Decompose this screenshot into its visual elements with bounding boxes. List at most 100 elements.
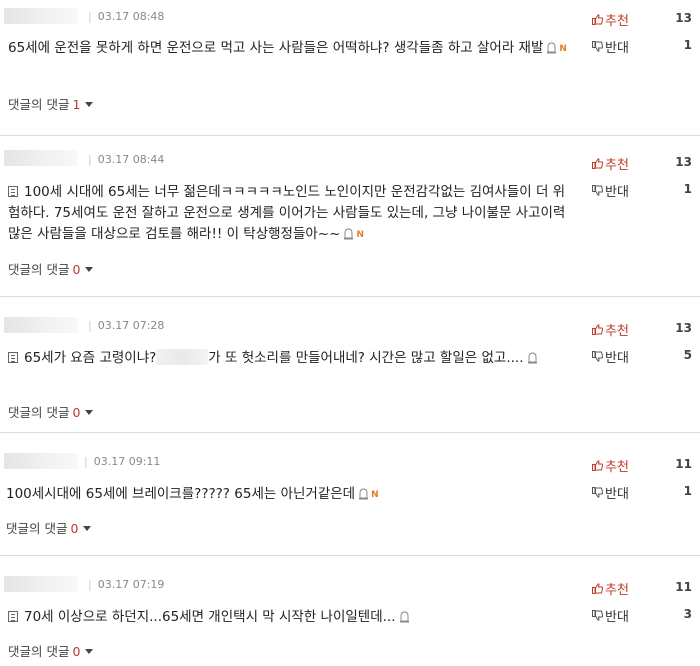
report-icon[interactable] [527, 352, 538, 364]
downvote-button[interactable]: 반대 [592, 181, 629, 200]
thumbs-up-icon [592, 324, 603, 335]
comment-meta: | 03.17 07:19 [88, 578, 165, 591]
upvote-button[interactable]: 추천 [592, 579, 629, 598]
thumbs-up-icon [592, 14, 603, 25]
thumbs-up-icon [592, 158, 603, 169]
chevron-down-icon [85, 267, 94, 272]
downvote-label: 반대 [605, 610, 629, 625]
reply-label: 댓글의 댓글 [8, 97, 70, 112]
comment-item: | 03.17 07:19 추천 11 반대 3 70세 이상으로 하던지...6… [0, 556, 700, 666]
reply-count: 1 [72, 97, 81, 112]
upvote-count: 13 [675, 155, 692, 169]
comment-body: 65세가 요즘 고령이냐? 가 또 헛소리를 만들어내네? 시간은 많고 할일은 … [8, 348, 568, 369]
redacted-text [156, 349, 209, 365]
downvote-count: 5 [683, 348, 692, 362]
chevron-down-icon [85, 410, 94, 415]
upvote-button[interactable]: 추천 [592, 154, 629, 173]
upvote-button[interactable]: 추천 [592, 320, 629, 339]
upvote-label: 추천 [605, 14, 629, 29]
upvote-label: 추천 [605, 583, 629, 598]
upvote-label: 추천 [605, 324, 629, 339]
comment-text: 100세 시대에 65세는 너무 젊은데ㅋㅋㅋㅋㅋ노인드 노인이지만 운전감각없… [8, 184, 566, 242]
comment-item: | 03.17 08:44 추천 13 반대 1 100세 시대에 65세는 너무… [0, 136, 700, 296]
reply-toggle[interactable]: 댓글의 댓글 0 [6, 518, 92, 537]
upvote-count: 11 [675, 580, 692, 594]
reply-toggle[interactable]: 댓글의 댓글 0 [8, 259, 94, 278]
author-name-redacted[interactable] [4, 453, 78, 469]
author-name-redacted[interactable] [4, 317, 78, 333]
thumbs-down-icon [592, 351, 603, 362]
downvote-label: 반대 [605, 41, 629, 56]
new-badge: N [371, 490, 379, 500]
comment-timestamp: 03.17 07:19 [97, 578, 165, 591]
downvote-count: 1 [683, 484, 692, 498]
thumbs-down-icon [592, 610, 603, 621]
comment-meta: | 03.17 09:11 [84, 455, 161, 468]
document-icon [8, 611, 18, 622]
reply-label: 댓글의 댓글 [6, 521, 68, 536]
reply-count: 0 [70, 521, 79, 536]
upvote-count: 11 [675, 457, 692, 471]
comment-body: 65세에 운전을 못하게 하면 운전으로 먹고 사는 사람들은 어떡하냐? 생각… [8, 38, 568, 60]
reply-count: 0 [72, 405, 81, 420]
comment-meta: | 03.17 07:28 [88, 319, 165, 332]
comment-text: 70세 이상으로 하던지...65세면 개인택시 막 시작한 나이일텐데... [24, 609, 396, 625]
upvote-count: 13 [675, 11, 692, 25]
comment-timestamp: 03.17 08:44 [97, 153, 165, 166]
comment-text: 100세시대에 65세에 브레이크를????? 65세는 아닌거같은데 [6, 486, 356, 502]
comment-item: | 03.17 09:11 추천 11 반대 1 100세시대에 65세에 브레이… [0, 433, 700, 555]
downvote-count: 1 [683, 182, 692, 196]
report-icon[interactable] [343, 228, 354, 240]
chevron-down-icon [83, 526, 92, 531]
comment-body: 100세시대에 65세에 브레이크를????? 65세는 아닌거같은데 N [6, 484, 566, 506]
downvote-button[interactable]: 반대 [592, 37, 629, 56]
upvote-button[interactable]: 추천 [592, 10, 629, 29]
upvote-label: 추천 [605, 460, 629, 475]
new-badge: N [559, 44, 567, 54]
reply-toggle[interactable]: 댓글의 댓글 0 [8, 641, 94, 660]
document-icon [8, 352, 18, 363]
downvote-count: 1 [683, 38, 692, 52]
reply-toggle[interactable]: 댓글의 댓글 0 [8, 402, 94, 421]
author-name-redacted[interactable] [4, 150, 78, 166]
document-icon [8, 186, 18, 197]
author-name-redacted[interactable] [4, 576, 78, 592]
thumbs-down-icon [592, 41, 603, 52]
thumbs-up-icon [592, 460, 603, 471]
comment-timestamp: 03.17 08:48 [97, 10, 165, 23]
comment-text-part1: 65세가 요즘 고령이냐? [24, 350, 157, 366]
reply-count: 0 [72, 644, 81, 659]
chevron-down-icon [85, 649, 94, 654]
downvote-label: 반대 [605, 351, 629, 366]
report-icon[interactable] [358, 488, 369, 500]
downvote-count: 3 [683, 607, 692, 621]
downvote-button[interactable]: 반대 [592, 483, 629, 502]
comment-item: | 03.17 08:48 추천 13 반대 1 65세에 운전을 못하게 하면 … [0, 0, 700, 135]
thumbs-up-icon [592, 583, 603, 594]
comment-body: 100세 시대에 65세는 너무 젊은데ㅋㅋㅋㅋㅋ노인드 노인이지만 운전감각없… [8, 182, 568, 246]
downvote-button[interactable]: 반대 [592, 606, 629, 625]
upvote-button[interactable]: 추천 [592, 456, 629, 475]
thumbs-down-icon [592, 185, 603, 196]
chevron-down-icon [85, 102, 94, 107]
comment-item: | 03.17 07:28 추천 13 반대 5 65세가 요즘 고령이냐? 가 또… [0, 297, 700, 432]
upvote-label: 추천 [605, 158, 629, 173]
thumbs-down-icon [592, 487, 603, 498]
comment-text-part2: 가 또 헛소리를 만들어내네? 시간은 많고 할일은 없고.... [208, 350, 524, 366]
downvote-label: 반대 [605, 185, 629, 200]
comment-body: 70세 이상으로 하던지...65세면 개인택시 막 시작한 나이일텐데... [8, 607, 568, 628]
comment-meta: | 03.17 08:48 [88, 10, 165, 23]
new-badge: N [356, 230, 364, 240]
upvote-count: 13 [675, 321, 692, 335]
report-icon[interactable] [546, 42, 557, 54]
comment-text: 65세에 운전을 못하게 하면 운전으로 먹고 사는 사람들은 어떡하냐? 생각… [8, 40, 544, 56]
downvote-button[interactable]: 반대 [592, 347, 629, 366]
comment-timestamp: 03.17 09:11 [93, 455, 161, 468]
author-name-redacted[interactable] [4, 8, 78, 24]
downvote-label: 반대 [605, 487, 629, 502]
report-icon[interactable] [399, 611, 410, 623]
reply-label: 댓글의 댓글 [8, 644, 70, 659]
reply-count: 0 [72, 262, 81, 277]
comment-timestamp: 03.17 07:28 [97, 319, 165, 332]
reply-toggle[interactable]: 댓글의 댓글 1 [8, 94, 94, 113]
